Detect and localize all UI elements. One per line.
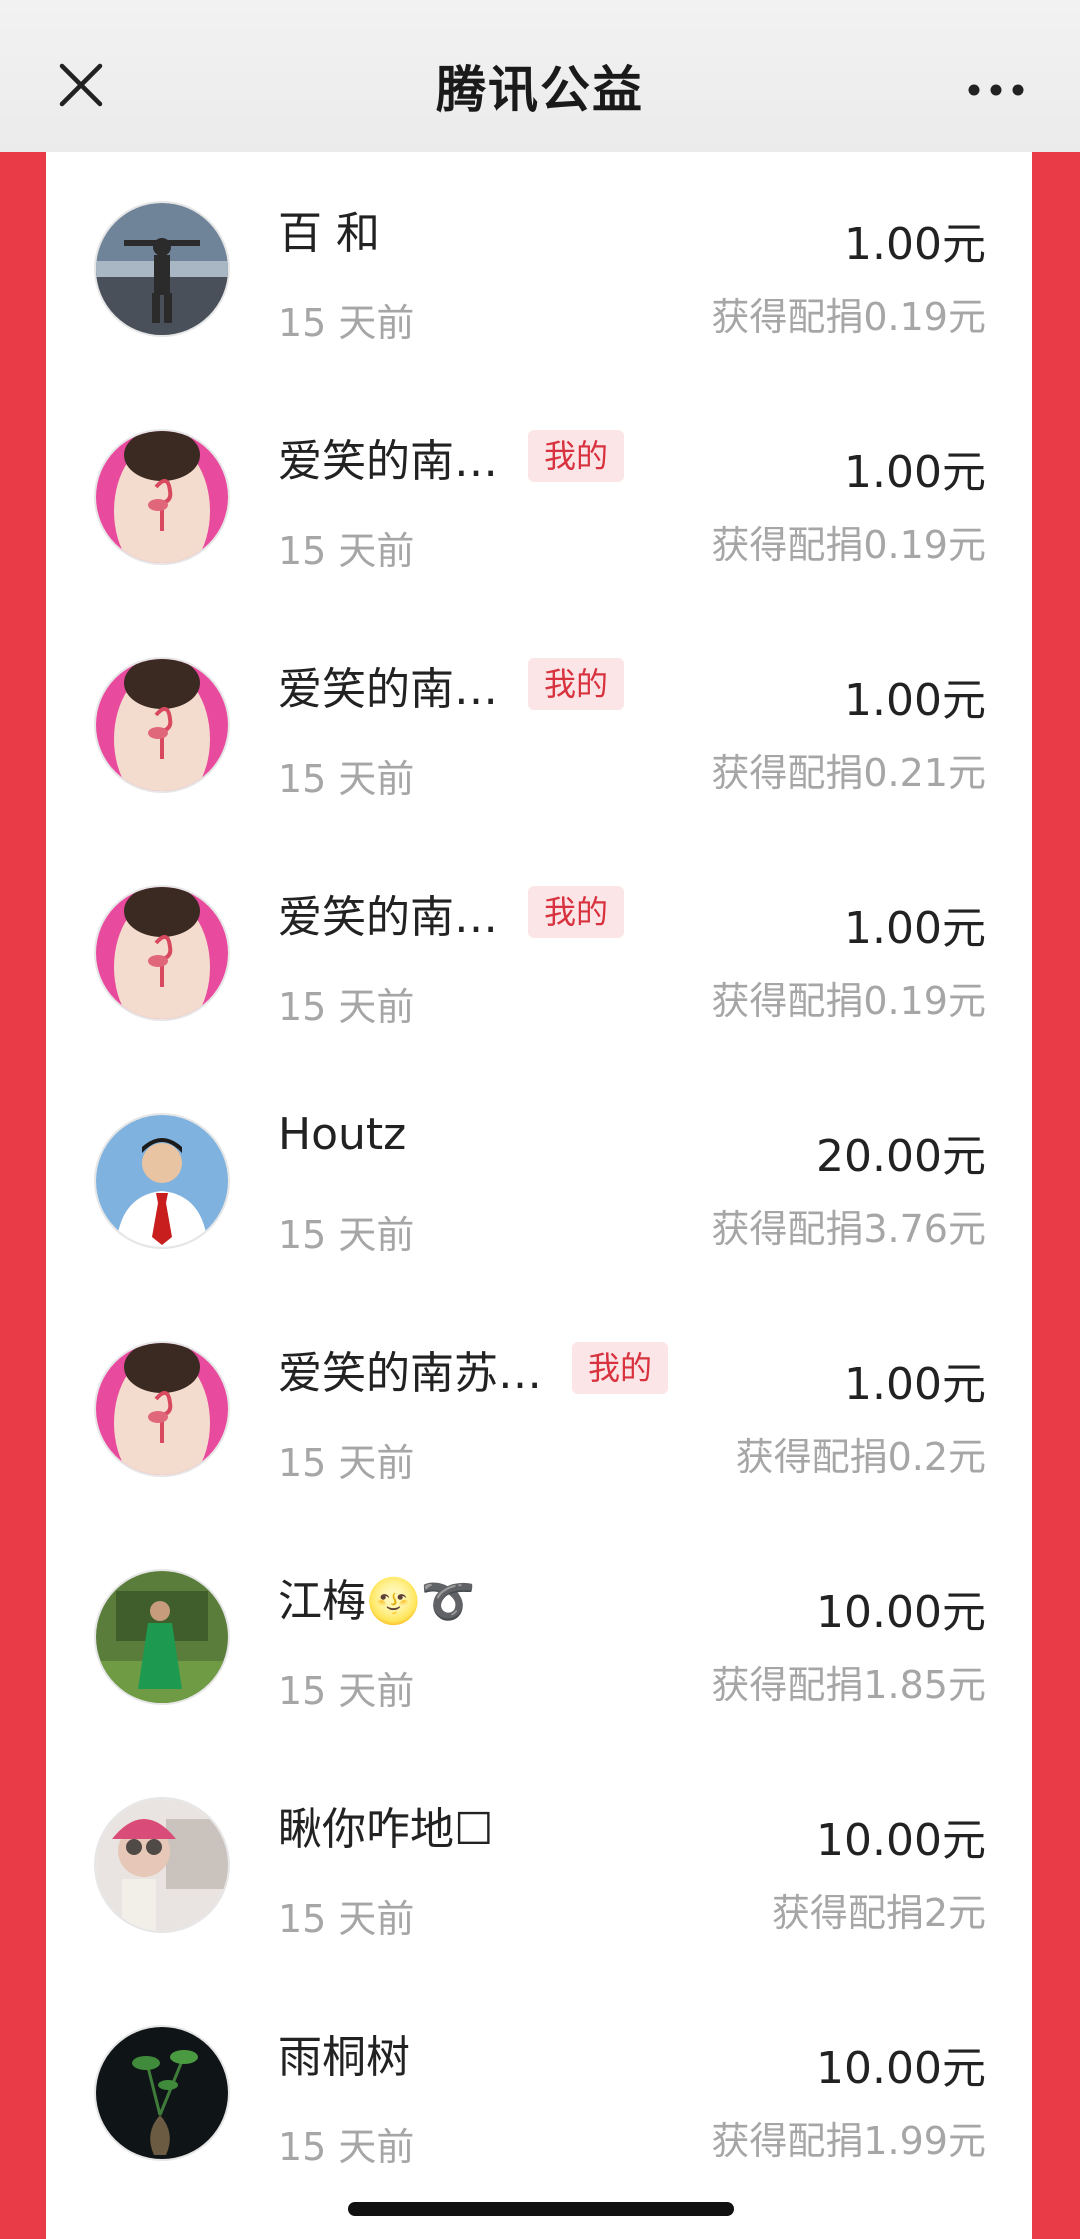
- matched-donation: 获得配捐0.21元: [711, 751, 986, 795]
- matched-donation: 获得配捐3.76元: [711, 1207, 986, 1251]
- mine-badge: 我的: [572, 1342, 669, 1394]
- donor-name: 爱笑的南…: [278, 436, 498, 487]
- red-side-border-left: [0, 152, 46, 2239]
- green-dress-avatar: [96, 1571, 228, 1703]
- donation-amount: 10.00元: [816, 1815, 986, 1866]
- donation-row[interactable]: 江梅🌝➰ 15 天前 10.00元获得配捐1.85元: [46, 1520, 1032, 1748]
- donation-row[interactable]: 雨桐树 15 天前 10.00元获得配捐1.99元: [46, 1976, 1032, 2204]
- donation-amount: 1.00元: [844, 219, 986, 270]
- donor-name: 爱笑的南…: [278, 892, 498, 943]
- donation-time: 15 天前: [278, 757, 415, 801]
- donation-time: 15 天前: [278, 1441, 415, 1485]
- donation-amount: 1.00元: [844, 1359, 986, 1410]
- more-dots-icon: [968, 84, 1024, 96]
- donation-row[interactable]: 爱笑的南… 我的 15 天前 1.00元获得配捐0.21元: [46, 608, 1032, 836]
- flamingo-tattoo-avatar: [96, 1343, 228, 1475]
- person-silhouette-avatar: [96, 203, 228, 335]
- avatar[interactable]: [96, 659, 228, 791]
- donation-row[interactable]: 爱笑的南… 我的 15 天前 1.00元获得配捐0.19元: [46, 380, 1032, 608]
- flamingo-tattoo-avatar: [96, 887, 228, 1019]
- donor-name: 爱笑的南苏…: [278, 1348, 542, 1399]
- donor-name: 雨桐树: [278, 2032, 410, 2083]
- avatar[interactable]: [96, 887, 228, 1019]
- avatar[interactable]: [96, 2027, 228, 2159]
- donation-amount: 1.00元: [844, 903, 986, 954]
- donation-row[interactable]: 瞅你咋地☐ 15 天前 10.00元获得配捐2元: [46, 1748, 1032, 1976]
- donor-name: Houtz: [278, 1109, 407, 1160]
- donation-time: 15 天前: [278, 2125, 415, 2169]
- donation-amount: 1.00元: [844, 447, 986, 498]
- donation-time: 15 天前: [278, 985, 415, 1029]
- matched-donation: 获得配捐0.19元: [711, 523, 986, 567]
- mine-badge: 我的: [528, 658, 625, 710]
- avatar[interactable]: [96, 1115, 228, 1247]
- donor-name: 百 和: [278, 208, 380, 259]
- mine-badge: 我的: [528, 430, 625, 482]
- donation-row[interactable]: 爱笑的南… 我的 15 天前 1.00元获得配捐0.19元: [46, 836, 1032, 1064]
- plant-vase-avatar: [96, 2027, 228, 2159]
- more-button[interactable]: [956, 60, 1036, 120]
- avatar[interactable]: [96, 1343, 228, 1475]
- matched-donation: 获得配捐0.19元: [711, 295, 986, 339]
- avatar[interactable]: [96, 431, 228, 563]
- donation-time: 15 天前: [278, 1897, 415, 1941]
- page: 腾讯公益 百 和 15 天前 1.00元 获得配捐0.19元 爱笑的南… 我的 15 天前 1…: [0, 0, 1080, 2239]
- donor-name: 瞅你咋地☐: [278, 1804, 494, 1855]
- donation-time: 15 天前: [278, 1213, 415, 1257]
- donation-time: 15 天前: [278, 1669, 415, 1713]
- matched-donation: 获得配捐0.19元: [711, 979, 986, 1023]
- donation-row[interactable]: 百 和 15 天前 1.00元获得配捐0.19元: [46, 152, 1032, 380]
- donation-amount: 20.00元: [816, 1131, 986, 1182]
- donation-amount: 10.00元: [816, 2043, 986, 2094]
- donation-time: 15 天前: [278, 301, 415, 345]
- donor-name: 爱笑的南…: [278, 664, 498, 715]
- matched-donation: 获得配捐2元: [771, 1891, 986, 1935]
- matched-donation: 获得配捐0.2元: [735, 1435, 986, 1479]
- matched-donation: 获得配捐1.85元: [711, 1663, 986, 1707]
- home-indicator: [348, 2202, 734, 2216]
- matched-donation: 获得配捐1.99元: [711, 2119, 986, 2163]
- selfie-avatar: [96, 1799, 228, 1931]
- flamingo-tattoo-avatar: [96, 659, 228, 791]
- avatar[interactable]: [96, 1799, 228, 1931]
- mine-badge: 我的: [528, 886, 625, 938]
- donation-list[interactable]: 百 和 15 天前 1.00元 获得配捐0.19元 爱笑的南… 我的 15 天前 1.00元获…: [46, 152, 1032, 2239]
- avatar[interactable]: [96, 1571, 228, 1703]
- portrait-tie-avatar: [96, 1115, 228, 1247]
- donation-amount: 10.00元: [816, 1587, 986, 1638]
- avatar[interactable]: [96, 203, 228, 335]
- red-side-border-right: [1032, 152, 1080, 2239]
- donation-row[interactable]: Houtz 15 天前 20.00元获得配捐3.76元: [46, 1064, 1032, 1292]
- flamingo-tattoo-avatar: [96, 431, 228, 563]
- donation-row[interactable]: 爱笑的南苏… 我的 15 天前 1.00元获得配捐0.2元: [46, 1292, 1032, 1520]
- top-navigation-bar: 腾讯公益: [0, 0, 1080, 152]
- donation-time: 15 天前: [278, 529, 415, 573]
- page-title: 腾讯公益: [436, 61, 644, 119]
- donor-name: 江梅🌝➰: [278, 1576, 476, 1627]
- donation-amount: 1.00元: [844, 675, 986, 726]
